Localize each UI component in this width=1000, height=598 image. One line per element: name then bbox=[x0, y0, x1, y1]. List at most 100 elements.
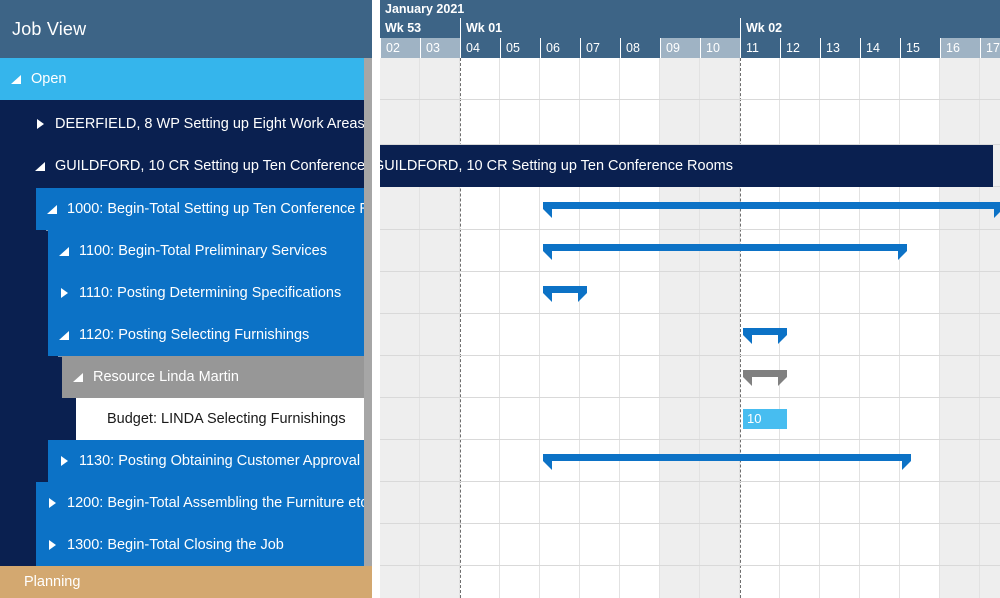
gantt-summary-bar-beam bbox=[543, 286, 587, 293]
gantt-row bbox=[380, 524, 1000, 566]
gantt-summary-bar[interactable] bbox=[543, 286, 587, 302]
day-column-label: 05 bbox=[500, 38, 540, 58]
gantt-summary-bar[interactable] bbox=[743, 370, 787, 386]
gantt-summary-bar-start-cap bbox=[543, 461, 552, 470]
day-column-label: 08 bbox=[620, 38, 660, 58]
collapse-triangle-icon[interactable] bbox=[46, 538, 60, 552]
gantt-row bbox=[380, 272, 1000, 314]
tree-row[interactable]: 1120: Posting Selecting Furnishings bbox=[48, 314, 364, 356]
gantt-summary-bar[interactable] bbox=[543, 244, 907, 260]
tree-row-label: 1200: Begin-Total Assembling the Furnitu… bbox=[67, 495, 364, 511]
tree-row[interactable]: 1300: Begin-Total Closing the Job bbox=[36, 524, 364, 566]
gantt-summary-bar-end-cap bbox=[994, 209, 1000, 218]
tree-row[interactable]: DEERFIELD, 8 WP Setting up Eight Work Ar… bbox=[24, 103, 364, 145]
gantt-summary-bar-end-cap bbox=[778, 377, 787, 386]
tree-row[interactable]: 1000: Begin-Total Setting up Ten Confere… bbox=[36, 188, 364, 230]
tree-row[interactable]: 1200: Begin-Total Assembling the Furnitu… bbox=[36, 482, 364, 524]
tree-row-label: 1300: Begin-Total Closing the Job bbox=[67, 537, 284, 553]
gantt-row bbox=[380, 356, 1000, 398]
gantt-summary-bar-start-cap bbox=[543, 293, 552, 302]
gantt-summary-bar-start-cap bbox=[543, 209, 552, 218]
tree-row-label: 1130: Posting Obtaining Customer Approva… bbox=[79, 453, 361, 469]
collapse-triangle-icon[interactable] bbox=[58, 454, 72, 468]
tree-row-label: 1000: Begin-Total Setting up Ten Confere… bbox=[67, 201, 364, 217]
tree-row[interactable]: Budget: LINDA Selecting Furnishings bbox=[76, 398, 364, 440]
week-band: Wk 53 Wk 01 Wk 02 bbox=[380, 18, 1000, 38]
gantt-summary-bar-start-cap bbox=[543, 251, 552, 260]
week-label: Wk 53 bbox=[385, 21, 422, 35]
tree-row-label: 1110: Posting Determining Specifications bbox=[79, 285, 342, 301]
gantt-summary-bar[interactable] bbox=[543, 202, 1000, 218]
gantt-summary-bar-beam bbox=[543, 244, 907, 251]
gantt-chart-body: GUILDFORD, 10 CR Setting up Ten Conferen… bbox=[380, 58, 1000, 598]
gantt-summary-bar-beam bbox=[543, 202, 1000, 209]
tree-row[interactable]: Open bbox=[0, 58, 364, 100]
tree-row[interactable]: 1100: Begin-Total Preliminary Services bbox=[48, 230, 364, 272]
tree-row[interactable]: 1130: Posting Obtaining Customer Approva… bbox=[48, 440, 364, 482]
day-column-label: 15 bbox=[900, 38, 940, 58]
gantt-row bbox=[380, 58, 1000, 100]
collapse-triangle-icon[interactable] bbox=[58, 286, 72, 300]
tree-footer-label: Planning bbox=[0, 566, 372, 598]
job-view-gantt-app: Job View Open DEERFIELD, 8 WP Setting up … bbox=[0, 0, 1000, 598]
gantt-summary-bar-start-cap bbox=[743, 335, 752, 344]
tree-scrollbar[interactable] bbox=[364, 58, 372, 598]
gantt-summary-bar[interactable] bbox=[543, 454, 911, 470]
panel-title: Job View bbox=[0, 0, 372, 58]
gantt-summary-bar-end-cap bbox=[898, 251, 907, 260]
gantt-summary-bar-end-cap bbox=[578, 293, 587, 302]
gantt-summary-bar-beam bbox=[543, 454, 911, 461]
gantt-summary-bar-start-cap bbox=[743, 377, 752, 386]
tree-row[interactable]: 1110: Posting Determining Specifications bbox=[48, 272, 364, 314]
gantt-row bbox=[380, 103, 1000, 145]
gantt-summary-bar-beam bbox=[743, 370, 787, 377]
no-toggle-icon bbox=[86, 412, 100, 426]
tree-row-label: Budget: LINDA Selecting Furnishings bbox=[107, 411, 346, 427]
day-column-label: 04 bbox=[460, 38, 500, 58]
expand-triangle-icon[interactable] bbox=[58, 328, 72, 342]
tree-row-label: GUILDFORD, 10 CR Setting up Ten Conferen… bbox=[55, 158, 364, 174]
gantt-row bbox=[380, 314, 1000, 356]
day-column-label: 16 bbox=[940, 38, 980, 58]
tree-row-label: 1100: Begin-Total Preliminary Services bbox=[79, 243, 327, 259]
gantt-job-band[interactable]: GUILDFORD, 10 CR Setting up Ten Conferen… bbox=[380, 145, 993, 187]
collapse-triangle-icon[interactable] bbox=[34, 117, 48, 131]
gantt-summary-bar-end-cap bbox=[778, 335, 787, 344]
tree-row-label: Resource Linda Martin bbox=[93, 369, 239, 385]
gantt-timeline-header: January 2021 Wk 53 Wk 01 Wk 02 02 03 04 05 06 0… bbox=[380, 0, 1000, 58]
day-column-label: 03 bbox=[420, 38, 460, 58]
tree-row-label: DEERFIELD, 8 WP Setting up Eight Work Ar… bbox=[55, 116, 364, 132]
day-column-label: 11 bbox=[740, 38, 780, 58]
day-column-label: 09 bbox=[660, 38, 700, 58]
day-band: 02 03 04 05 06 07 08 09 10 11 12 13 14 15 16 17 bbox=[380, 38, 1000, 58]
tree-row[interactable]: Resource Linda Martin bbox=[62, 356, 364, 398]
gantt-summary-bar[interactable] bbox=[743, 328, 787, 344]
gantt-budget-bar[interactable]: 10 bbox=[743, 409, 787, 429]
gantt-summary-bar-beam bbox=[743, 328, 787, 335]
tree-row[interactable]: GUILDFORD, 10 CR Setting up Ten Conferen… bbox=[24, 145, 364, 187]
gantt-budget-bar-label: 10 bbox=[747, 411, 762, 426]
day-column-label: 12 bbox=[780, 38, 820, 58]
month-label: January 2021 bbox=[385, 2, 465, 16]
day-column-label: 07 bbox=[580, 38, 620, 58]
expand-triangle-icon[interactable] bbox=[72, 370, 86, 384]
day-column-label: 06 bbox=[540, 38, 580, 58]
gantt-panel: January 2021 Wk 53 Wk 01 Wk 02 02 03 04 05 06 0… bbox=[380, 0, 1000, 598]
expand-triangle-icon[interactable] bbox=[46, 202, 60, 216]
day-column-label: 02 bbox=[380, 38, 420, 58]
collapse-triangle-icon[interactable] bbox=[46, 496, 60, 510]
day-column-label: 17 bbox=[980, 38, 1000, 58]
gantt-summary-bar-end-cap bbox=[902, 461, 911, 470]
expand-triangle-icon[interactable] bbox=[34, 159, 48, 173]
gantt-row bbox=[380, 398, 1000, 440]
expand-triangle-icon[interactable] bbox=[10, 72, 24, 86]
day-column-label: 14 bbox=[860, 38, 900, 58]
job-tree-panel: Job View Open DEERFIELD, 8 WP Setting up … bbox=[0, 0, 372, 598]
gantt-job-band-label: GUILDFORD, 10 CR Setting up Ten Conferen… bbox=[380, 158, 733, 174]
tree-row-label: 1120: Posting Selecting Furnishings bbox=[79, 327, 310, 343]
day-column-label: 10 bbox=[700, 38, 740, 58]
day-column-label: 13 bbox=[820, 38, 860, 58]
week-label: Wk 01 bbox=[460, 18, 740, 38]
expand-triangle-icon[interactable] bbox=[58, 244, 72, 258]
gantt-row bbox=[380, 482, 1000, 524]
